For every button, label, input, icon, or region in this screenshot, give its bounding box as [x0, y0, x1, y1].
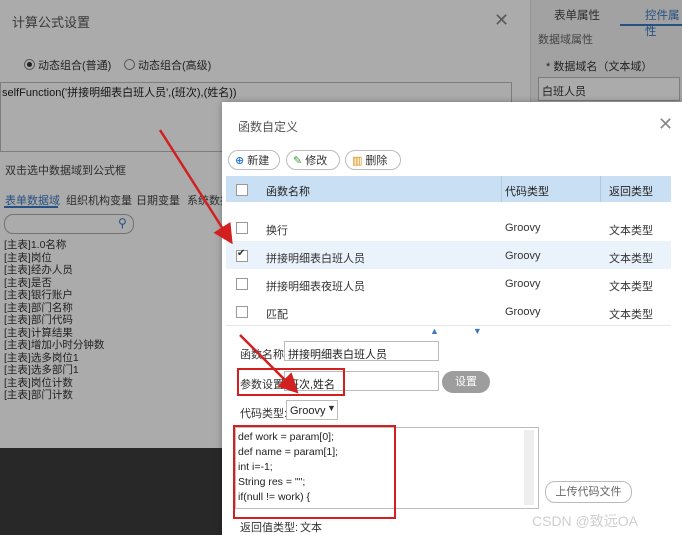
annotation-arrows	[158, 129, 299, 394]
watermark: CSDN @致远OA	[532, 513, 638, 529]
arrow-to-params	[239, 334, 299, 394]
arrow-to-selected-row	[158, 129, 233, 245]
